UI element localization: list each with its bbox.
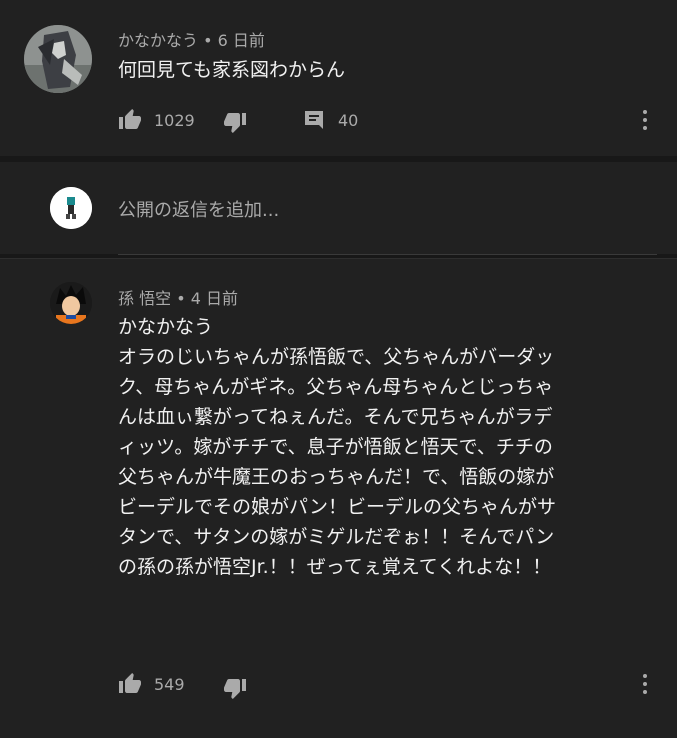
input-underline xyxy=(118,254,657,255)
more-options-icon[interactable] xyxy=(642,110,648,132)
timestamp[interactable]: 6 日前 xyxy=(218,31,265,50)
more-options-icon[interactable] xyxy=(642,674,648,696)
comment: かなかなう • 6 日前 何回見ても家系図わからん 1029 40 xyxy=(0,0,677,156)
divider xyxy=(0,258,677,259)
comment-icon xyxy=(305,111,323,129)
text-line: ク、母ちゃんがギネ。父ちゃん母ちゃんとじっちゃ xyxy=(118,376,554,398)
reply-meta: 孫 悟空 • 4 日前 xyxy=(118,285,238,309)
text-line: 父ちゃんが牛魔王のおっちゃんだ！で、悟飯の嫁が xyxy=(118,466,555,488)
like-count: 549 xyxy=(154,674,185,694)
like-button[interactable]: 1029 xyxy=(118,108,195,132)
like-count: 1029 xyxy=(154,110,195,130)
meta-separator: • xyxy=(176,289,186,308)
mention-link[interactable]: かなかなう xyxy=(118,312,663,342)
comment-text: 何回見ても家系図わからん xyxy=(118,59,346,81)
avatar[interactable] xyxy=(24,25,92,93)
reply-button[interactable]: 40 xyxy=(302,108,358,132)
author-name[interactable]: 孫 悟空 xyxy=(118,289,171,308)
text-line: ビーデルでその娘がパン！ビーデルの父ちゃんがサ xyxy=(118,496,556,518)
like-button[interactable]: 549 xyxy=(118,672,185,696)
text-line: の孫の孫が悟空Jr.！！ぜってぇ覚えてくれよな！！ xyxy=(118,556,552,578)
reply-comment: 孫 悟空 • 4 日前 かなかなう オラのじいちゃんが孫悟飯で、父ちゃんがバーダ… xyxy=(0,258,677,738)
comment-meta: かなかなう • 6 日前 xyxy=(118,27,265,51)
user-avatar xyxy=(50,187,92,229)
thumb-up-icon xyxy=(119,109,141,129)
reply-input-area: 公開の返信を追加... xyxy=(0,162,677,255)
author-name[interactable]: かなかなう xyxy=(118,31,198,50)
text-line: オラのじいちゃんが孫悟飯で、父ちゃんがバーダッ xyxy=(118,346,555,368)
dislike-button[interactable] xyxy=(223,676,247,700)
thumb-down-icon xyxy=(224,113,246,133)
text-line: タンで、サタンの嫁がミゲルだぞぉ！！そんでパン xyxy=(118,526,555,548)
reply-count: 40 xyxy=(338,110,359,130)
meta-separator: • xyxy=(203,31,213,50)
reply-text: かなかなう オラのじいちゃんが孫悟飯で、父ちゃんがバーダッ ク、母ちゃんがギネ。… xyxy=(118,312,663,582)
text-line: んは血ぃ繋がってねぇんだ。そんで兄ちゃんがラデ xyxy=(118,406,553,428)
text-line: ィッツ。嫁がチチで、息子が悟飯と悟天で、チチの xyxy=(118,436,553,458)
dislike-button[interactable] xyxy=(223,110,247,134)
reply-input[interactable]: 公開の返信を追加... xyxy=(118,196,279,222)
avatar[interactable] xyxy=(50,282,92,324)
thumb-up-icon xyxy=(119,673,141,693)
timestamp[interactable]: 4 日前 xyxy=(191,289,238,308)
thumb-down-icon xyxy=(224,679,246,699)
